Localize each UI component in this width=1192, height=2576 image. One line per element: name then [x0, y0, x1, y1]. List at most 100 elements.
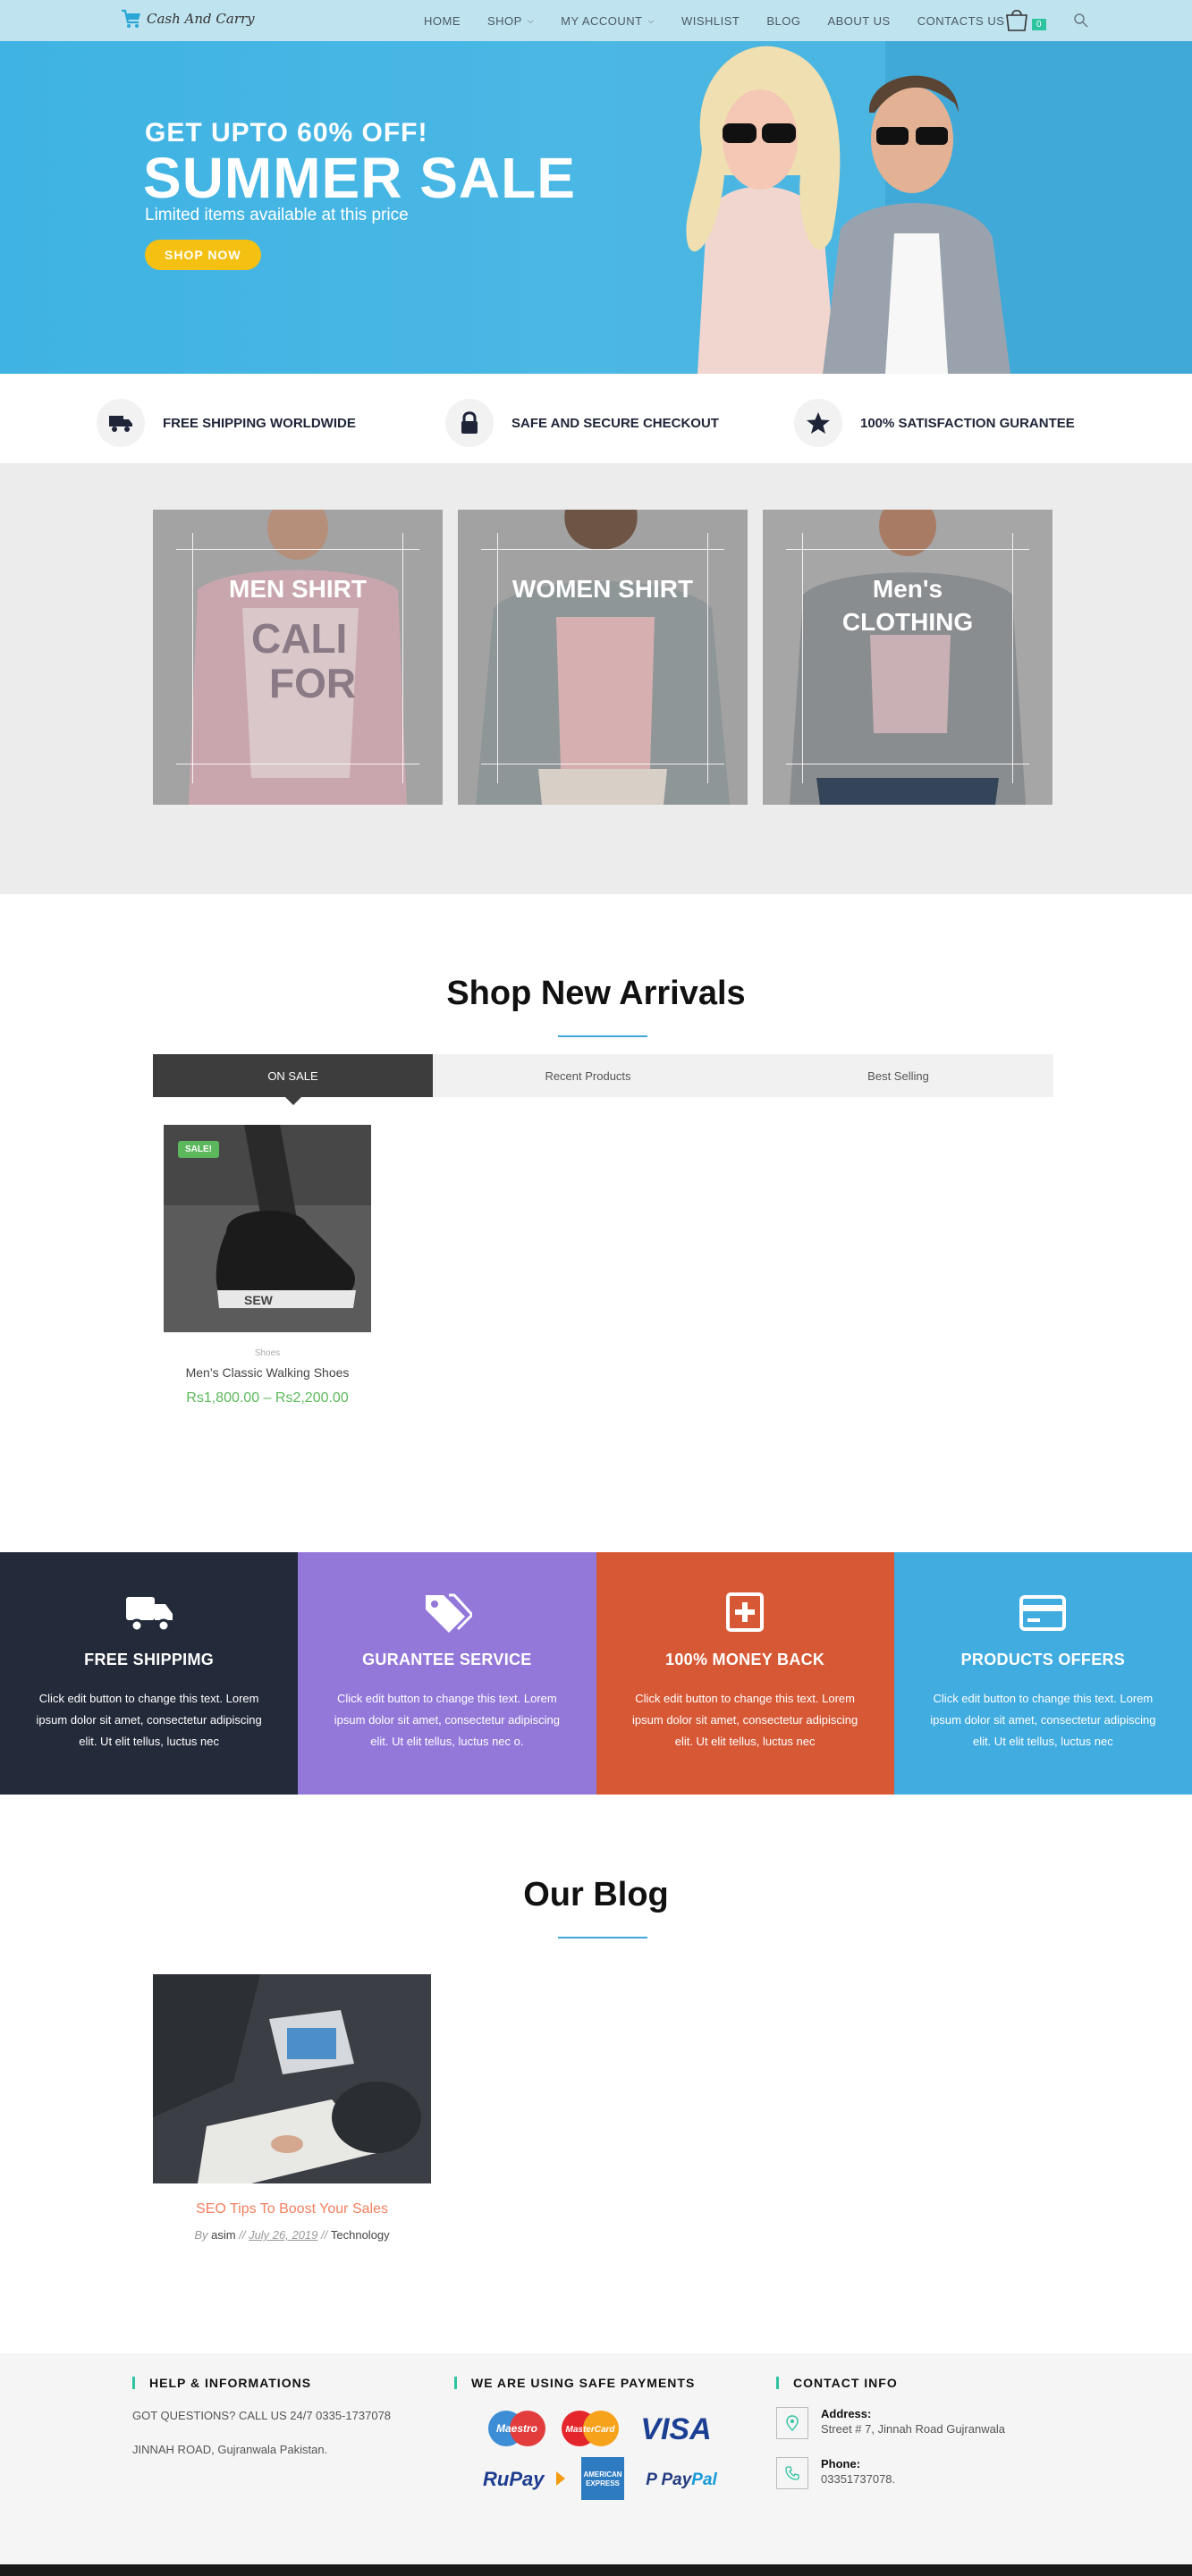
map-pin-icon — [776, 2407, 808, 2439]
footer-heading: WE ARE USING SAFE PAYMENTS — [454, 2377, 724, 2389]
payment-logos-row-2: RuPay AMERICAN EXPRESS P PayPal — [481, 2455, 724, 2502]
lock-icon — [445, 399, 494, 447]
address-value: Street # 7, Jinnah Road Gujranwala — [821, 2422, 1005, 2436]
category-section: CALI FOR MEN SHIRT WOMEN SHIRT Men's CLO… — [0, 463, 1192, 894]
service-title: FREE SHIPPIMG — [84, 1651, 215, 1668]
product-category[interactable]: Shoes — [164, 1348, 371, 1358]
service-text: Click edit button to change this text. L… — [930, 1692, 1156, 1748]
nav-wishlist[interactable]: WISHLIST — [681, 14, 740, 28]
blog-title: Our Blog — [523, 1876, 669, 1913]
truck-icon — [97, 399, 145, 447]
site-logo[interactable]: Cash And Carry — [120, 7, 255, 30]
logo-text: Cash And Carry — [147, 11, 255, 27]
services-section: FREE SHIPPIMG Click edit button to chang… — [0, 1552, 1192, 1795]
site-footer: HELP & INFORMATIONS GOT QUESTIONS? CALL … — [0, 2353, 1192, 2576]
plus-square-icon — [726, 1592, 765, 1632]
meta-separator: // — [321, 2228, 328, 2242]
product-card[interactable]: SEW SALE! Shoes Men’s Classic Walking Sh… — [164, 1125, 371, 1406]
truck-icon — [125, 1597, 173, 1633]
nav-home-label: HOME — [424, 13, 461, 28]
nav-contacts-us[interactable]: CONTACTS US — [917, 14, 1005, 28]
cart-button[interactable]: 0 — [1003, 7, 1046, 32]
site-header: Cash And Carry HOME SHOP ⌵ MY ACCOUNT ⌵ WI… — [0, 0, 1192, 41]
main-nav: HOME SHOP ⌵ MY ACCOUNT ⌵ WISHLIST BLOG ABO… — [424, 0, 1031, 41]
nav-wishlist-label: WISHLIST — [681, 13, 740, 28]
blog-post-card[interactable]: SEO Tips To Boost Your Sales By asim // … — [153, 1974, 431, 2242]
star-icon — [794, 399, 842, 447]
service-text: Click edit button to change this text. L… — [36, 1692, 262, 1748]
product-name[interactable]: Men’s Classic Walking Shoes — [164, 1365, 371, 1380]
nav-contacts-us-label: CONTACTS US — [917, 13, 1005, 28]
footer-heading: HELP & INFORMATIONS — [132, 2377, 391, 2389]
nav-about-us[interactable]: ABOUT US — [827, 14, 890, 28]
product-image[interactable]: SEW SALE! — [164, 1125, 371, 1332]
svg-text:EXPRESS: EXPRESS — [586, 2479, 620, 2487]
blog-post-category[interactable]: Technology — [331, 2228, 390, 2242]
svg-text:CALI: CALI — [251, 615, 347, 662]
tab-best-selling[interactable]: Best Selling — [743, 1054, 1053, 1097]
chevron-down-icon: ⌵ — [647, 15, 655, 25]
feature-secure-checkout: SAFE AND SECURE CHECKOUT — [445, 399, 719, 447]
category-title: WOMEN SHIRT — [511, 575, 694, 603]
nav-my-account-label: MY ACCOUNT — [561, 13, 643, 28]
maestro-logo-icon: Maestro — [488, 2411, 545, 2446]
category-men-shirt[interactable]: CALI FOR MEN SHIRT — [153, 510, 443, 805]
service-title: 100% MONEY BACK — [665, 1651, 825, 1668]
svg-text:FOR: FOR — [269, 660, 356, 706]
nav-blog-label: BLOG — [766, 13, 801, 28]
svg-text:Maestro: Maestro — [496, 2422, 537, 2435]
blog-post-date[interactable]: July 26, 2019 — [249, 2228, 317, 2242]
hero-kicker: GET UPTO 60% OFF! — [145, 118, 428, 148]
blog-post-author[interactable]: asim — [211, 2228, 235, 2242]
nav-my-account[interactable]: MY ACCOUNT ⌵ — [561, 14, 655, 28]
mens-clothing-image — [763, 510, 1053, 805]
shopping-bag-icon — [1006, 9, 1027, 31]
tag-icon — [425, 1593, 472, 1633]
svg-text:RuPay: RuPay — [483, 2468, 545, 2490]
category-title: MEN SHIRT — [229, 575, 367, 603]
feature-label: SAFE AND SECURE CHECKOUT — [511, 415, 719, 431]
footer-bottom-bar — [0, 2564, 1192, 2576]
title-divider — [558, 1035, 647, 1037]
svg-text:VISA: VISA — [640, 2412, 711, 2446]
feature-label: FREE SHIPPING WORLDWIDE — [163, 415, 356, 431]
blog-post-title[interactable]: SEO Tips To Boost Your Sales — [153, 2201, 431, 2217]
category-women-shirt[interactable]: WOMEN SHIRT — [458, 510, 748, 805]
cart-count-badge: 0 — [1032, 18, 1046, 30]
hero-subtitle: Limited items available at this price — [145, 206, 409, 224]
shop-now-button[interactable]: SHOP NOW — [145, 240, 261, 270]
features-strip: FREE SHIPPING WORLDWIDE SAFE AND SECURE … — [0, 374, 1192, 463]
feature-free-shipping: FREE SHIPPING WORLDWIDE — [97, 399, 356, 447]
title-divider — [558, 1937, 647, 1938]
tab-on-sale[interactable]: ON SALE — [153, 1054, 433, 1105]
payment-logos-row-1: Maestro MasterCard VISA — [486, 2409, 724, 2448]
nav-home[interactable]: HOME — [424, 14, 461, 28]
search-icon[interactable] — [1073, 13, 1089, 29]
address-label: Address: — [821, 2407, 872, 2420]
nav-blog[interactable]: BLOG — [766, 14, 800, 28]
new-arrivals-title: Shop New Arrivals — [446, 975, 746, 1012]
credit-card-icon — [1019, 1595, 1067, 1631]
service-gurantee: GURANTEE SERVICE Click edit button to ch… — [298, 1552, 596, 1795]
feature-label: 100% SATISFACTION GURANTEE — [860, 415, 1075, 431]
tab-recent-products[interactable]: Recent Products — [433, 1054, 743, 1097]
meta-separator: // — [239, 2228, 246, 2242]
phone-icon — [776, 2457, 808, 2489]
hero-banner: GET UPTO 60% OFF! SUMMER SALE Limited it… — [0, 41, 1192, 374]
blog-photo — [153, 1974, 431, 2183]
blog-post-image[interactable] — [153, 1974, 431, 2183]
meta-by: By — [194, 2228, 208, 2242]
svg-text:MasterCard: MasterCard — [565, 2425, 615, 2435]
help-address-text: JINNAH ROAD, Gujranwala Pakistan. — [132, 2443, 328, 2456]
nav-about-us-label: ABOUT US — [827, 13, 891, 28]
visa-logo-icon: VISA — [640, 2412, 711, 2446]
help-phone-text: GOT QUESTIONS? CALL US 24/7 0335-1737078 — [132, 2409, 392, 2422]
nav-shop[interactable]: SHOP ⌵ — [487, 14, 534, 28]
rupay-logo-icon: RuPay — [483, 2468, 565, 2490]
service-products-offers: PRODUCTS OFFERS Click edit button to cha… — [893, 1552, 1192, 1795]
service-money-back: 100% MONEY BACK Click edit button to cha… — [596, 1552, 894, 1795]
category-mens-clothing[interactable]: Men's CLOTHING — [763, 510, 1053, 805]
svg-text:P PayPal: P PayPal — [646, 2470, 717, 2489]
cart-logo-icon — [122, 9, 140, 28]
phone-value[interactable]: 03351737078. — [821, 2472, 895, 2486]
